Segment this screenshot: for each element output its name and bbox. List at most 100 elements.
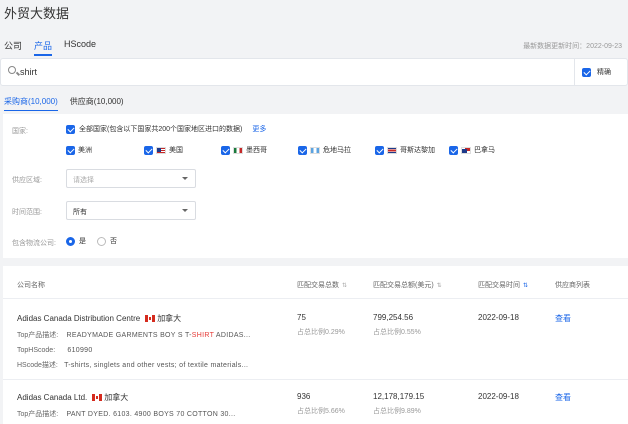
page-title: 外贸大数据 xyxy=(4,6,70,21)
checkbox-icon[interactable] xyxy=(298,145,307,155)
tab-company[interactable]: 公司 xyxy=(4,39,22,56)
region-label: 供应区域: xyxy=(12,177,42,184)
filter-panel: 国家: 全部国家(包含以下国家共200个国家地区进口的数据) 更多 美洲 美国 … xyxy=(3,114,628,258)
hsdesc-value: T-shirts, singlets and other vests; of t… xyxy=(64,362,249,369)
header-date-label: 匹配交易时间 xyxy=(478,282,520,289)
company-name[interactable]: Adidas Canada Distribution Centre xyxy=(17,314,140,323)
tab-suppliers[interactable]: 供应商(10,000) xyxy=(70,96,124,111)
count-value: 936 xyxy=(297,392,311,401)
all-countries-option[interactable]: 全部国家(包含以下国家共200个国家地区进口的数据) 更多 xyxy=(66,124,266,134)
checkbox-icon[interactable] xyxy=(66,124,75,134)
table-row: Adidas Canada Distribution Centre 加拿大 xyxy=(17,313,181,324)
country-label: 美洲 xyxy=(78,147,92,154)
panama-flag-icon xyxy=(461,146,471,154)
checkbox-icon[interactable] xyxy=(449,145,458,155)
country-guatemala[interactable]: 危地马拉 xyxy=(298,145,351,155)
country-label: 哥斯达黎加 xyxy=(400,147,435,154)
checkbox-icon[interactable] xyxy=(144,145,153,155)
country-name: 加拿大 xyxy=(157,314,182,323)
country-americas[interactable]: 美洲 xyxy=(66,145,92,155)
header-date[interactable]: 匹配交易时间 ⇅ xyxy=(478,280,528,290)
company-name[interactable]: Adidas Canada Ltd. xyxy=(17,393,87,402)
canada-flag-icon xyxy=(145,315,156,323)
header-company: 公司名称 xyxy=(17,282,45,289)
results-table: 公司名称 匹配交易总数 ⇅ 匹配交易总额(美元) ⇅ 匹配交易时间 ⇅ 供应商列表 A… xyxy=(3,266,628,424)
region-select[interactable]: 请选择 xyxy=(66,169,196,188)
chevron-down-icon xyxy=(182,177,188,180)
all-countries-label: 全部国家(包含以下国家共200个国家地区进口的数据) xyxy=(79,126,243,133)
country-mexico[interactable]: 墨西哥 xyxy=(221,145,267,155)
sort-icon[interactable]: ⇅ xyxy=(437,282,442,289)
sort-icon[interactable]: ⇅ xyxy=(342,282,347,289)
country-usa[interactable]: 美国 xyxy=(144,145,183,155)
country-panama[interactable]: 巴拿马 xyxy=(449,145,495,155)
more-link[interactable]: 更多 xyxy=(252,124,266,134)
guatemala-flag-icon xyxy=(310,146,320,154)
table-row: Adidas Canada Ltd. 加拿大 xyxy=(17,392,128,403)
time-label: 时间范围: xyxy=(12,209,42,216)
search-bar[interactable] xyxy=(0,58,628,86)
checkbox-icon[interactable] xyxy=(66,145,75,155)
country-label: 巴拿马 xyxy=(474,147,495,154)
amount-ratio: 占总比例9.89% xyxy=(373,408,421,415)
precise-label: 精确 xyxy=(597,69,611,76)
country-costa-rica[interactable]: 哥斯达黎加 xyxy=(375,145,435,155)
radio-selected-icon[interactable] xyxy=(66,236,75,246)
time-select[interactable]: 所有 xyxy=(66,201,196,220)
product-desc: READYMADE GARMENTS BOY S T-SHIRT ADIDAS.… xyxy=(66,332,250,339)
main-tabs: 公司 产品 HScode xyxy=(4,39,108,56)
search-input[interactable]: shirt xyxy=(20,67,37,77)
product-text: ADIDAS... xyxy=(214,332,251,339)
country-label: 国家: xyxy=(12,128,28,135)
product-text: READYMADE GARMENTS BOY S T- xyxy=(66,332,192,339)
count-value: 75 xyxy=(297,313,306,322)
country-label: 墨西哥 xyxy=(246,147,267,154)
yes-label: 是 xyxy=(79,238,86,245)
country-label: 美国 xyxy=(169,147,183,154)
hsdesc-label: HScode描述: xyxy=(17,362,58,369)
product-desc: PANT DYED. 6103. 4900 BOYS 70 COTTON 30.… xyxy=(66,411,236,418)
sub-tabs: 采购商(10,000) 供应商(10,000) xyxy=(4,96,136,111)
count-ratio: 占总比例0.29% xyxy=(297,329,345,336)
hscode-label: TopHScode: xyxy=(17,347,56,354)
view-link[interactable]: 查看 xyxy=(555,313,571,324)
radio-icon[interactable] xyxy=(97,236,106,246)
checkbox-icon[interactable] xyxy=(221,145,230,155)
header-suppliers: 供应商列表 xyxy=(555,282,590,289)
country-name: 加拿大 xyxy=(104,393,129,402)
checkbox-icon[interactable] xyxy=(375,145,384,155)
view-link[interactable]: 查看 xyxy=(555,392,571,403)
header-amount[interactable]: 匹配交易总额(美元) ⇅ xyxy=(373,280,442,290)
divider xyxy=(3,379,628,380)
product-desc-row: Top产品描述: READYMADE GARMENTS BOY S T-SHIR… xyxy=(17,330,251,340)
checkbox-icon[interactable] xyxy=(582,67,591,77)
tab-product[interactable]: 产品 xyxy=(34,39,53,56)
sort-icon[interactable]: ⇅ xyxy=(523,282,528,289)
tab-hscode[interactable]: HScode xyxy=(64,39,96,56)
us-flag-icon xyxy=(156,146,166,154)
country-label: 危地马拉 xyxy=(323,147,351,154)
divider xyxy=(574,59,575,85)
product-highlight: SHIRT xyxy=(191,332,215,339)
product-label: Top产品描述: xyxy=(17,411,59,418)
search-icon xyxy=(8,66,16,74)
hscode-row: TopHScode: 610990 xyxy=(17,345,93,354)
logistics-no[interactable]: 否 xyxy=(97,236,117,246)
canada-flag-icon xyxy=(92,394,103,402)
amount-value: 799,254.56 xyxy=(373,313,414,322)
no-label: 否 xyxy=(110,238,117,245)
amount-ratio: 占总比例0.55% xyxy=(373,329,421,336)
amount-value: 12,178,179.15 xyxy=(373,392,425,401)
date-value: 2022-09-18 xyxy=(478,392,519,401)
count-ratio: 占总比例5.66% xyxy=(297,408,345,415)
header-count[interactable]: 匹配交易总数 ⇅ xyxy=(297,280,347,290)
header-count-label: 匹配交易总数 xyxy=(297,282,339,289)
hsdesc-row: HScode描述: T-shirts, singlets and other v… xyxy=(17,360,248,370)
hscode-value: 610990 xyxy=(67,347,93,354)
tab-buyers[interactable]: 采购商(10,000) xyxy=(4,96,58,111)
product-label: Top产品描述: xyxy=(17,332,59,339)
costa-rica-flag-icon xyxy=(387,146,397,154)
chevron-down-icon xyxy=(182,209,188,212)
precise-toggle[interactable]: 精确 xyxy=(582,67,611,77)
logistics-yes[interactable]: 是 xyxy=(66,236,86,246)
